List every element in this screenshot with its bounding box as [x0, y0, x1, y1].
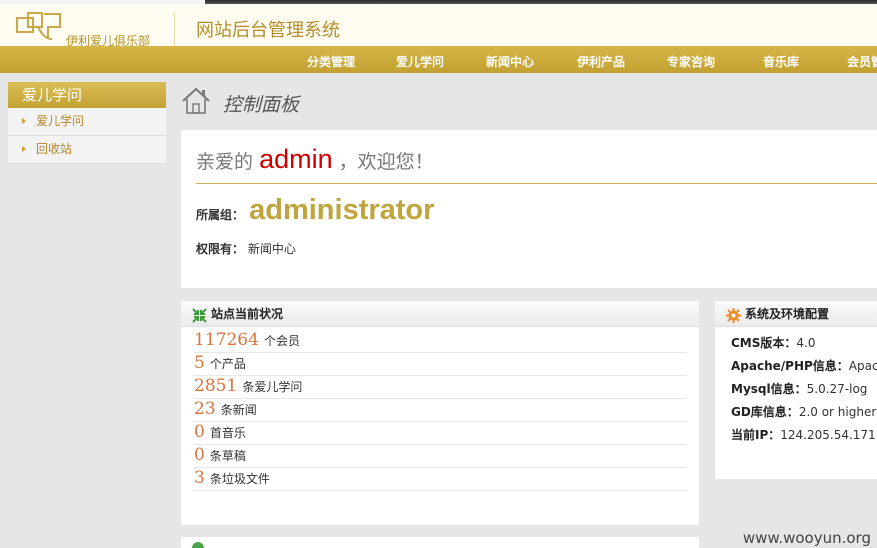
stat-number: 23: [194, 399, 216, 419]
watermark: www.wooyun.org: [742, 529, 871, 547]
system-env-header: 系统及环境配置: [715, 301, 877, 327]
logo[interactable]: 伊利爱儿俱乐部: [14, 9, 174, 48]
stat-row-articles: 2851 条爱儿学问: [194, 376, 686, 399]
stat-number: 3: [194, 468, 205, 488]
stat-label: 条草稿: [209, 449, 246, 463]
nav-item-members[interactable]: 会员管: [847, 53, 877, 70]
nav-item-music[interactable]: 音乐库: [763, 53, 799, 70]
greeting-suffix: ，欢迎您！: [338, 151, 434, 173]
stat-row-products: 5 个产品: [194, 353, 686, 376]
stat-row-news: 23 条新闻: [194, 399, 686, 422]
env-row-gd: GD库信息：2.0 or higher: [731, 403, 876, 420]
arrows-icon: [192, 308, 207, 323]
group-value: administrator: [249, 194, 435, 226]
stat-number: 0: [194, 422, 205, 442]
env-value: 5.0.27-log: [806, 382, 868, 396]
sidebar-item-label: 回收站: [36, 142, 73, 156]
stat-label: 条新闻: [220, 403, 257, 417]
permissions-value: 新闻中心: [247, 242, 296, 256]
stat-row-music: 0 首音乐: [194, 422, 686, 445]
arrow-right-icon: [22, 118, 26, 124]
header-divider: [174, 12, 175, 46]
stat-label: 个产品: [209, 357, 246, 371]
nav-item-parenting[interactable]: 爱儿学问: [396, 53, 444, 70]
env-value: Apach: [848, 359, 877, 373]
stat-row-members: 117264 个会员: [194, 330, 686, 353]
nav-item-news[interactable]: 新闻中心: [486, 53, 534, 70]
env-row-ip: 当前IP：124.205.54.171: [731, 426, 876, 443]
user-group: 所属组： administrator: [196, 194, 434, 227]
sidebar-item-parenting[interactable]: 爱儿学问: [8, 108, 166, 136]
group-label: 所属组：: [196, 208, 245, 222]
env-row-mysql: Mysql信息：5.0.27-log: [731, 380, 867, 397]
top-nav: 分类管理 爱儿学问 新闻中心 伊利产品 专家咨询 音乐库 会员管: [0, 46, 877, 73]
stat-label: 首音乐: [209, 426, 246, 440]
greeting-prefix: 亲爱的: [196, 151, 254, 173]
status-dot-icon: [192, 542, 204, 548]
stat-number: 2851: [194, 376, 238, 396]
stat-number: 0: [194, 445, 205, 465]
stat-number: 117264: [194, 330, 259, 350]
username: admin: [259, 144, 333, 174]
header: 伊利爱儿俱乐部 网站后台管理系统: [0, 4, 877, 48]
env-value: 4.0: [796, 336, 816, 350]
sidebar: 爱儿学问 爱儿学问 回收站: [8, 82, 166, 164]
stat-row-trash: 3 条垃圾文件: [194, 468, 686, 491]
stat-label: 条爱儿学问: [242, 380, 303, 394]
env-key: CMS版本：: [731, 336, 797, 350]
system-env-panel: 系统及环境配置 CMS版本：4.0 Apache/PHP信息：Apach Mys…: [715, 301, 877, 479]
stat-row-drafts: 0 条草稿: [194, 445, 686, 468]
divider: [196, 183, 877, 184]
permissions-label: 权限有：: [196, 242, 245, 256]
env-row-cms: CMS版本：4.0: [731, 334, 816, 351]
sidebar-title: 爱儿学问: [8, 82, 166, 108]
env-key: Mysql信息：: [731, 382, 807, 396]
next-panel-partial: [181, 537, 699, 548]
logo-mark-icon: [16, 12, 61, 40]
nav-item-category[interactable]: 分类管理: [307, 53, 355, 70]
gear-icon: [726, 308, 741, 323]
env-key: Apache/PHP信息：: [731, 359, 849, 373]
site-status-panel: 站点当前状况 117264 个会员 5 个产品 2851 条爱儿学问 23 条新…: [181, 301, 699, 525]
env-value: 2.0 or higher: [798, 405, 877, 419]
sidebar-item-label: 爱儿学问: [36, 114, 85, 128]
sidebar-item-recycle[interactable]: 回收站: [8, 136, 166, 164]
site-status-header: 站点当前状况: [181, 301, 699, 327]
system-env-title: 系统及环境配置: [745, 307, 830, 321]
stat-number: 5: [194, 353, 205, 373]
site-status-title: 站点当前状况: [211, 307, 284, 321]
nav-item-experts[interactable]: 专家咨询: [667, 53, 715, 70]
env-key: 当前IP：: [731, 428, 781, 442]
stat-label: 个会员: [264, 334, 301, 348]
home-icon: [182, 87, 210, 114]
page-title: 控制面板: [223, 94, 300, 116]
env-row-apache-php: Apache/PHP信息：Apach: [731, 357, 877, 374]
stat-label: 条垃圾文件: [209, 472, 270, 486]
system-title: 网站后台管理系统: [196, 20, 340, 41]
greeting: 亲爱的 admin ，欢迎您！: [196, 144, 434, 175]
welcome-panel: 亲爱的 admin ，欢迎您！ 所属组： administrator 权限有： …: [181, 130, 877, 288]
permissions: 权限有： 新闻中心: [196, 240, 296, 257]
env-key: GD库信息：: [731, 405, 799, 419]
arrow-right-icon: [22, 146, 26, 152]
nav-item-products[interactable]: 伊利产品: [577, 53, 625, 70]
env-value: 124.205.54.171: [780, 428, 876, 442]
